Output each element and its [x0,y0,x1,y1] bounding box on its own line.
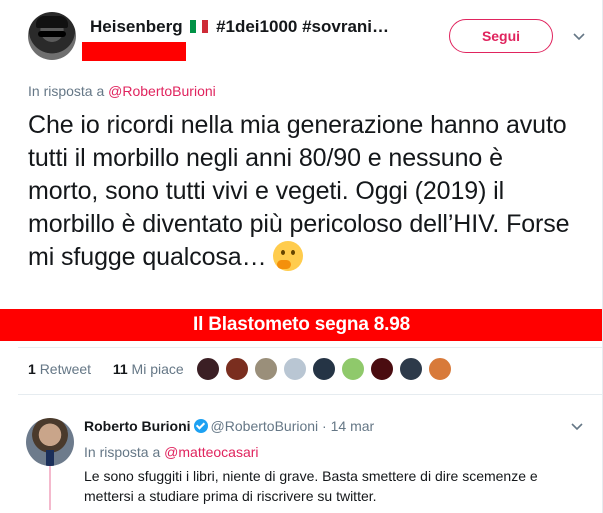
thinking-face-icon [272,241,303,271]
redacted-handle [82,42,186,61]
header-separator: · [322,418,327,434]
reply-context: In risposta a @RobertoBurioni [28,83,216,99]
reply-prefix: In risposta a [28,83,105,99]
like-label[interactable]: Mi piace [132,361,184,377]
reply-prefix-2: In risposta a [84,444,161,460]
thread-connector [49,464,51,510]
reply-context-2: In risposta a @matteocasari [84,444,259,460]
chevron-down-icon[interactable] [571,423,583,433]
divider-bottom [18,394,603,395]
reply-header: Roberto Burioni @RobertoBurioni · 14 mar [84,418,374,434]
liker-avatar[interactable] [312,357,336,381]
reply-date[interactable]: 14 mar [331,418,375,434]
reply-text: Le sono sfuggiti i libri, niente di grav… [84,468,538,504]
reply-author-handle[interactable]: @RobertoBurioni [211,418,319,434]
retweet-count[interactable]: 1 [28,361,36,377]
avatar-hat [36,16,68,28]
liker-avatar[interactable] [370,357,394,381]
author-avatar[interactable] [28,12,76,60]
blastometro-banner: Il Blastometo segna 8.98 [0,309,603,341]
avatar-tie [46,450,54,466]
avatar-glasses [38,31,66,37]
liker-avatar[interactable] [196,357,220,381]
reply-author-avatar[interactable] [26,418,74,466]
liker-avatar[interactable] [341,357,365,381]
liker-avatar[interactable] [399,357,423,381]
tweet-text: Che io ricordi nella mia generazione han… [28,109,573,274]
reply-mention-link-2[interactable]: @matteocasari [164,444,258,460]
tweet-stats: 1 Retweet 11 Mi piace [28,361,184,377]
reply-mention-link[interactable]: @RobertoBurioni [108,83,216,99]
liker-avatar[interactable] [283,357,307,381]
reply-author-name[interactable]: Roberto Burioni [84,418,191,434]
italy-flag-icon [190,18,209,33]
divider-top [18,347,603,348]
author-tags: #1dei1000 #sovrani… [216,17,390,36]
like-count[interactable]: 11 [113,361,128,377]
liker-avatar[interactable] [428,357,452,381]
follow-button[interactable]: Segui [449,19,553,53]
liker-avatar[interactable] [254,357,278,381]
chevron-down-icon[interactable] [573,33,585,43]
liker-avatar[interactable] [225,357,249,381]
author-name[interactable]: Heisenberg [90,17,183,36]
author-name-line[interactable]: Heisenberg #1dei1000 #sovrani… [90,17,389,37]
retweet-label[interactable]: Retweet [40,361,91,377]
verified-badge-icon [193,419,208,433]
